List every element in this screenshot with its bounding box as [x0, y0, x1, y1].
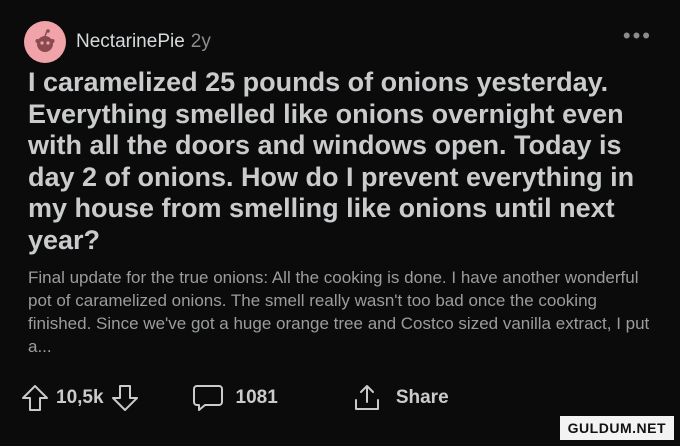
avatar[interactable]	[24, 21, 66, 63]
downvote-arrow-icon[interactable]	[110, 383, 140, 413]
post-body[interactable]: Final update for the true onions: All th…	[28, 266, 658, 358]
more-options-icon[interactable]: •••	[623, 25, 652, 47]
post-card: NectarinePie 2y ••• I caramelized 25 pou…	[0, 0, 680, 446]
comment-count: 1081	[235, 387, 278, 408]
comments-button[interactable]: 1081	[192, 383, 284, 413]
upvote-arrow-icon[interactable]	[20, 383, 50, 413]
action-bar: 10,5k 1081 Share	[20, 378, 660, 418]
snoo-icon	[35, 29, 55, 52]
comment-bubble-icon	[192, 385, 223, 411]
post-header: NectarinePie 2y	[24, 20, 211, 64]
username[interactable]: NectarinePie	[76, 31, 185, 53]
share-label: Share	[395, 387, 449, 408]
post-title[interactable]: I caramelized 25 pounds of onions yester…	[28, 67, 658, 256]
vote-group: 10,5k	[20, 383, 140, 413]
share-button[interactable]: Share	[352, 383, 449, 413]
vote-count: 10,5k	[56, 387, 104, 408]
watermark: GULDUM.NET	[559, 416, 674, 440]
share-icon	[354, 385, 379, 410]
post-age: 2y	[190, 31, 211, 52]
